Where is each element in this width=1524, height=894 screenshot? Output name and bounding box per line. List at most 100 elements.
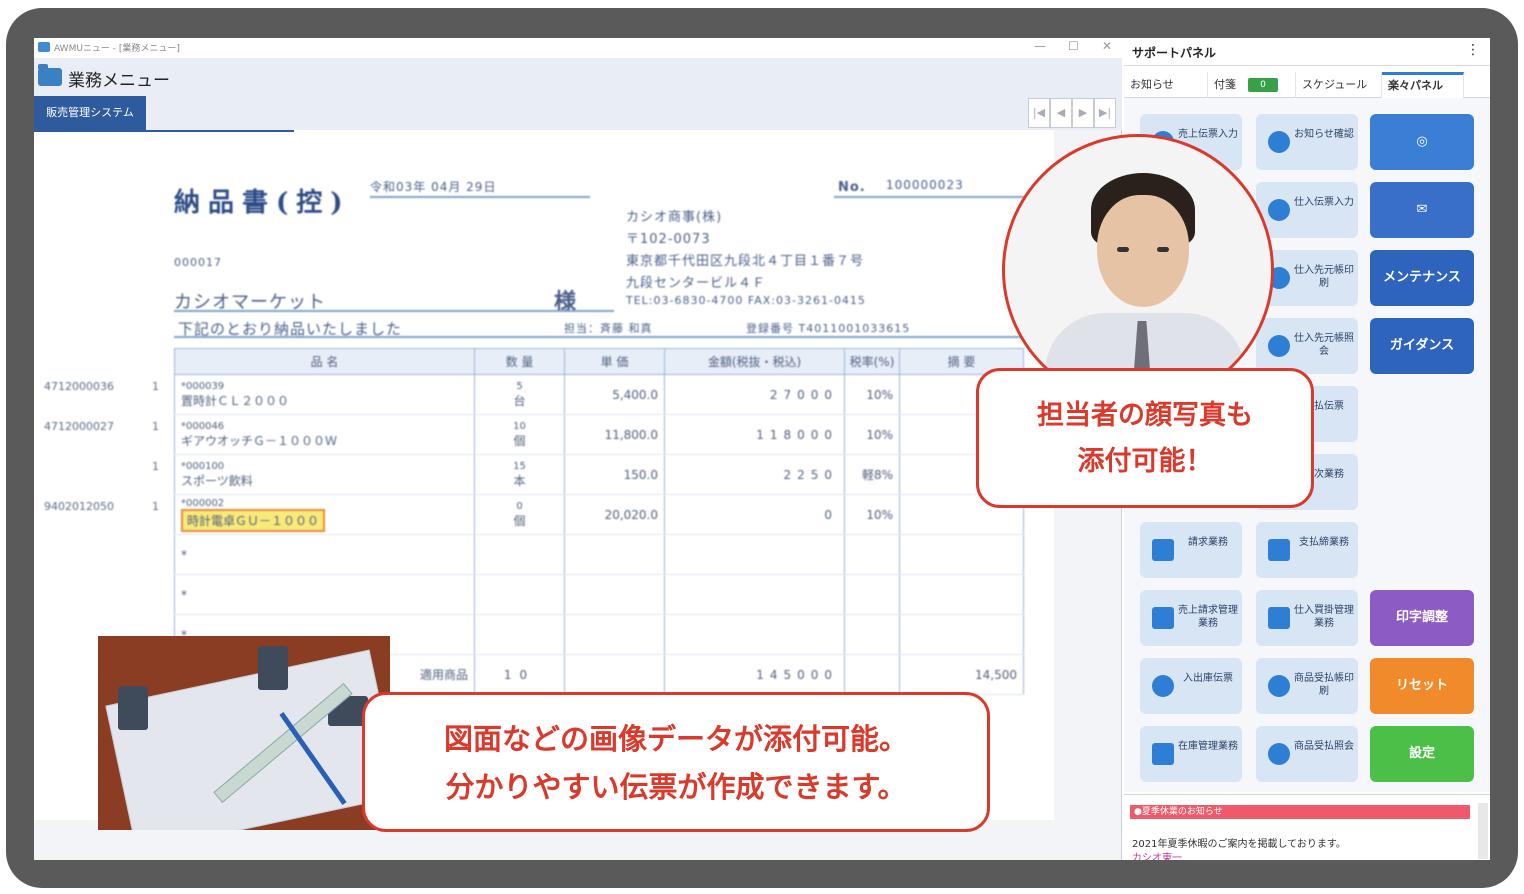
title-bar: AWMUニュー - [業務メニュー] — ☐ ✕ <box>34 38 1122 58</box>
tab-schedule[interactable]: スケジュール <box>1296 72 1382 98</box>
table-row[interactable]: * <box>174 574 1024 615</box>
item-tax: 10% <box>844 494 900 535</box>
staff-name: 担当：斉藤 和真 <box>564 322 653 335</box>
tile-label: 売上請求管理業務 <box>1178 605 1238 629</box>
maximize-button[interactable]: ☐ <box>1068 39 1079 53</box>
tile-label: 商品受払帳印刷 <box>1294 673 1354 697</box>
tab-underline <box>34 130 294 132</box>
item-amount: 27000 <box>664 374 845 415</box>
table-row[interactable]: *000100 スポーツ飲料 15 本 150.0 2250 軽8% <box>174 454 1024 495</box>
notice-header[interactable]: ●夏季休業のお知らせ <box>1130 805 1470 819</box>
notice-scrollbar[interactable] <box>1478 803 1488 859</box>
date-underline <box>370 196 590 198</box>
item-name-highlighted[interactable]: 時計電卓ＧＵ－１０００ <box>181 508 326 532</box>
no-underline <box>834 196 1024 198</box>
first-page-button[interactable]: |◀ <box>1028 98 1050 128</box>
folder-icon <box>1152 607 1174 629</box>
face <box>1097 195 1189 307</box>
tile-label: 仕入先元帳印刷 <box>1294 265 1354 289</box>
col-header: 単 価 <box>564 348 665 375</box>
tile-billing[interactable]: 請求業務 <box>1140 522 1242 578</box>
app-logo-icon <box>38 42 50 52</box>
tile-item-ledger-print[interactable]: 商品受払帳印刷 <box>1256 658 1358 714</box>
close-button[interactable]: ✕ <box>1102 39 1112 53</box>
support-panel-header: サポートパネル ⋮ <box>1124 38 1490 66</box>
col-header: 金額(税抜・税込) <box>664 348 845 375</box>
table-row[interactable]: *000046 ギアウオッチＧ－１０００Ｗ 10 個 11,800.0 118000… <box>174 414 1024 455</box>
attach-callout: 図面などの画像データが添付可能。 分かりやすい伝票が作成できます。 <box>362 692 990 832</box>
tile-label: 入出庫伝票 <box>1183 673 1233 684</box>
tile-stock-in-out[interactable]: 入出庫伝票 <box>1140 658 1242 714</box>
tile-inventory-mgmt[interactable]: 在庫管理業務 <box>1140 726 1242 782</box>
total-right: 14,500 <box>899 654 1024 695</box>
maintenance-button[interactable]: メンテナンス <box>1370 250 1474 306</box>
side-qty: 1 <box>152 420 159 433</box>
notice-area: ●夏季休業のお知らせ 2021年夏季休暇のご案内を掲載しております。 カシオ東一 <box>1124 794 1490 860</box>
eye <box>1117 247 1129 252</box>
tab-easy-panel[interactable]: 楽々パネル <box>1382 72 1464 98</box>
item-price: 20,020.0 <box>564 494 665 535</box>
last-page-button[interactable]: ▶| <box>1094 98 1116 128</box>
prev-page-button[interactable]: ◀ <box>1050 98 1072 128</box>
face-callout-line2: 添付可能！ <box>1077 446 1213 477</box>
relay-part <box>258 646 288 690</box>
item-price: 5,400.0 <box>564 374 665 415</box>
tile-notice-check[interactable]: お知らせ確認 <box>1256 114 1358 170</box>
tile-purchase-slip-entry[interactable]: 仕入伝票入力 <box>1256 182 1358 238</box>
print-adjust-button[interactable]: 印字調整 <box>1370 590 1474 646</box>
face-callout-line1: 担当者の顔写真も <box>1037 400 1253 431</box>
tile-supplier-ledger-inquiry[interactable]: 仕入先元帳照会 <box>1256 318 1358 374</box>
support-panel-tabs: お知らせ 付箋 0 スケジュール 楽々パネル <box>1124 72 1490 98</box>
settings-button[interactable]: 設定 <box>1370 726 1474 782</box>
tile-label: 仕入先元帳照会 <box>1294 333 1354 357</box>
tile-item-ledger-inquiry[interactable]: 商品受払照会 <box>1256 726 1358 782</box>
item-qty: 15 <box>513 460 526 472</box>
company-phone: TEL:03-6830-4700 FAX:03-3261-0415 <box>626 294 866 307</box>
guidance-button[interactable]: ガイダンス <box>1370 318 1474 374</box>
window-title: AWMUニュー - [業務メニュー] <box>54 44 180 54</box>
minimize-button[interactable]: — <box>1034 39 1046 53</box>
web-icon: ◎ <box>1416 134 1428 149</box>
tab-notices[interactable]: お知らせ <box>1124 72 1208 98</box>
next-page-button[interactable]: ▶ <box>1072 98 1094 128</box>
tab-bar: 販売管理システム |◀ ◀ ▶ ▶| <box>34 96 1122 130</box>
tab-sticky-notes[interactable]: 付箋 0 <box>1208 72 1296 98</box>
slip-date: 令和03年 04月 29日 <box>370 180 497 194</box>
app-header: 業務メニュー <box>34 58 1122 96</box>
item-code: *000002 <box>181 497 225 509</box>
company-zip: 〒102-0073 <box>626 232 711 247</box>
mail-button[interactable]: ✉ <box>1370 182 1474 238</box>
eye <box>1157 247 1169 252</box>
slip-no-label: No. <box>838 180 866 195</box>
company-name: カシオ商事(株) <box>626 210 723 225</box>
tile-label: 請求業務 <box>1188 537 1228 548</box>
tile-payment-closing[interactable]: 支払締業務 <box>1256 522 1358 578</box>
item-unit: 台 <box>513 393 526 408</box>
item-tax: 10% <box>844 414 900 455</box>
item-name: スポーツ飲料 <box>181 473 253 488</box>
message-underline <box>174 336 1024 338</box>
web-button[interactable]: ◎ <box>1370 114 1474 170</box>
attached-drawing-photo <box>98 636 390 830</box>
total-amount: 145000 <box>664 654 845 695</box>
table-row[interactable]: *000039 置時計ＣＬ２０００ 5台 5,400.0 27000 10% <box>174 374 1024 415</box>
tile-label: 支払締業務 <box>1299 537 1349 548</box>
reset-button[interactable]: リセット <box>1370 658 1474 714</box>
notice-text: 2021年夏季休暇のご案内を掲載しております。 <box>1132 839 1346 850</box>
tile-sales-billing-mgmt[interactable]: 売上請求管理業務 <box>1140 590 1242 646</box>
tile-label: 仕入伝票入力 <box>1294 197 1354 208</box>
item-amount: 2250 <box>664 454 845 495</box>
side-qty: 1 <box>152 460 159 473</box>
item-qty: 5 <box>516 380 523 392</box>
tile-purchase-payable-mgmt[interactable]: 仕入買掛管理業務 <box>1256 590 1358 646</box>
staff-face-photo <box>1002 134 1274 406</box>
tab-sales-management[interactable]: 販売管理システム <box>34 96 146 130</box>
document-icon <box>1268 199 1290 221</box>
slip-no-value: 100000023 <box>886 178 964 192</box>
table-row[interactable]: *000002 時計電卓ＧＵ－１０００ 0個 20,020.0 0 10% <box>174 494 1024 535</box>
item-unit: 個 <box>513 433 526 448</box>
side-qty: 1 <box>152 380 159 393</box>
table-row[interactable]: * <box>174 534 1024 575</box>
item-code: *000046 <box>181 420 225 432</box>
more-options-icon[interactable]: ⋮ <box>1466 42 1480 58</box>
